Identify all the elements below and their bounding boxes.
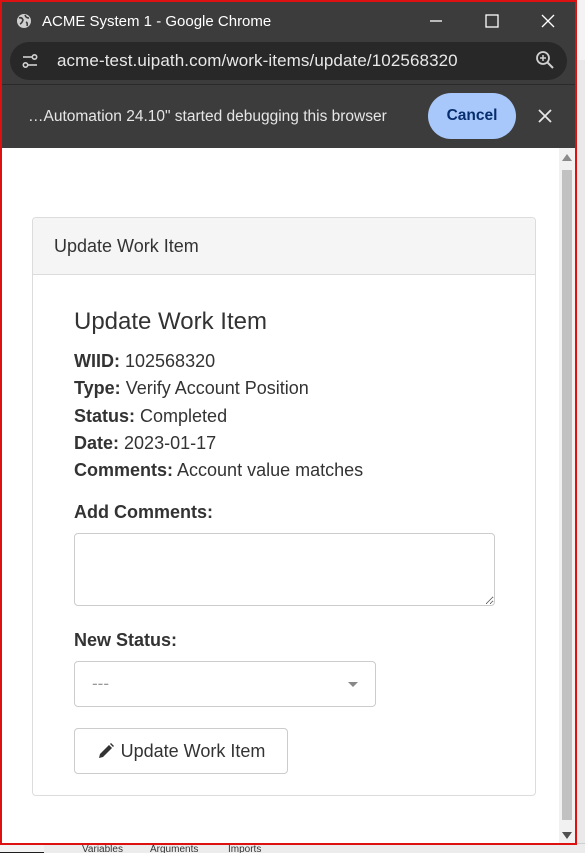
- cancel-debugging-button[interactable]: Cancel: [428, 93, 516, 139]
- pencil-icon: [98, 743, 114, 759]
- detail-value: 2023-01-17: [124, 432, 217, 453]
- panel-header: Update Work Item: [33, 218, 535, 275]
- update-work-item-button-label: Update Work Item: [120, 740, 266, 761]
- page-viewport: Update Work Item Update Work Item WIID: …: [2, 148, 559, 843]
- url-text[interactable]: acme-test.uipath.com/work-items/update/1…: [57, 51, 458, 71]
- detail-value: Completed: [140, 405, 228, 426]
- page-title: Update Work Item: [74, 308, 267, 335]
- new-status-selected-value: ---: [92, 674, 109, 694]
- site-info-button[interactable]: [15, 46, 45, 76]
- omnibox[interactable]: acme-test.uipath.com/work-items/update/1…: [10, 42, 567, 80]
- infobar-close-button[interactable]: [534, 105, 556, 127]
- detail-comments: Comments: Account value matches: [74, 457, 559, 484]
- add-comments-textarea[interactable]: [74, 533, 495, 607]
- detail-key: Date:: [74, 432, 120, 453]
- window-title: ACME System 1 - Google Chrome: [42, 12, 272, 30]
- add-comments-label: Add Comments:: [74, 502, 213, 523]
- chrome-window: ACME System 1 - Google Chrome acme-test.…: [0, 0, 577, 845]
- tune-icon: [22, 53, 38, 69]
- maximize-button[interactable]: [464, 2, 520, 40]
- detail-type: Type: Verify Account Position: [74, 375, 559, 402]
- infobar-message: …Automation 24.10" started debugging thi…: [28, 108, 387, 125]
- caret-down-icon: [348, 682, 358, 688]
- detail-value: Account value matches: [177, 460, 364, 481]
- close-icon: [541, 14, 555, 28]
- detail-date: Date: 2023-01-17: [74, 430, 559, 457]
- scroll-down-arrow-icon[interactable]: [562, 832, 572, 839]
- minimize-icon: [430, 20, 442, 22]
- scroll-up-arrow-icon[interactable]: [562, 154, 572, 161]
- close-icon: [538, 109, 552, 123]
- minimize-button[interactable]: [408, 2, 464, 40]
- panel-body: Update Work Item WIID: 102568320 Type: V…: [74, 308, 559, 775]
- panel-header-title: Update Work Item: [54, 235, 199, 256]
- detail-key: Type:: [74, 378, 121, 399]
- detail-status: Status: Completed: [74, 403, 559, 430]
- detail-key: Comments:: [74, 460, 174, 481]
- address-bar: acme-test.uipath.com/work-items/update/1…: [2, 40, 575, 84]
- detail-key: WIID:: [74, 351, 120, 371]
- maximize-icon: [485, 14, 499, 28]
- detail-value: Verify Account Position: [125, 378, 309, 399]
- close-window-button[interactable]: [520, 2, 575, 40]
- detail-key: Status:: [74, 405, 136, 426]
- page-scrollbar[interactable]: [559, 148, 575, 843]
- zoom-icon[interactable]: [535, 50, 555, 70]
- new-status-label: New Status:: [74, 630, 178, 651]
- new-status-select[interactable]: ---: [74, 661, 376, 708]
- detail-value: 102568320: [125, 351, 216, 371]
- scrollbar-thumb[interactable]: [562, 170, 572, 820]
- work-item-details: WIID: 102568320 Type: Verify Account Pos…: [74, 348, 559, 484]
- globe-icon: [17, 14, 31, 28]
- update-work-item-button[interactable]: Update Work Item: [74, 728, 288, 775]
- debugging-infobar: …Automation 24.10" started debugging thi…: [2, 84, 575, 149]
- title-bar: ACME System 1 - Google Chrome: [2, 2, 575, 40]
- detail-wiid: WIID: 102568320: [74, 348, 559, 375]
